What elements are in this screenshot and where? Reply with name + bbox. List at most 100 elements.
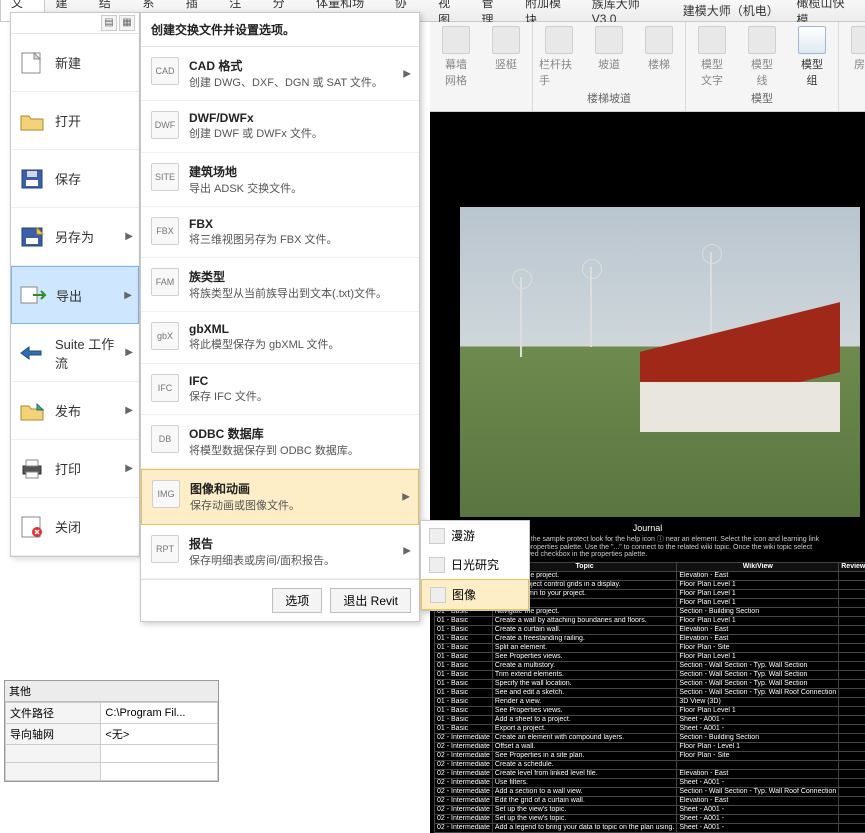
journal-row[interactable]: 01 - BasicCreate a multistory.Section - … [435,661,865,670]
menubar-item[interactable]: 附加模块 [515,0,582,21]
ribbon-button[interactable]: 房间 [845,26,865,88]
sun-icon [429,557,445,573]
export-item[interactable]: DBODBC 数据库将模型数据保存到 ODBC 数据库。 [141,415,419,469]
chevron-right-icon: ▶ [403,546,411,557]
property-value[interactable]: C:\Program Fil... [101,703,218,724]
export-item-title: FBX [189,217,338,231]
ribbon-button[interactable]: 模型文字 [692,26,732,88]
journal-row[interactable]: 02 - IntermediateAdd a legend to bring y… [435,823,865,832]
saveas-icon [17,224,47,250]
submenu-image[interactable]: 图像 [421,579,529,610]
export-item-title: 建筑场地 [189,163,302,180]
export-item-title: CAD 格式 [189,57,383,74]
journal-row[interactable]: 02 - IntermediateSet up the view's topic… [435,805,865,814]
journal-row[interactable]: 02 - IntermediateUse filters.Sheet - A00… [435,778,865,787]
export-item-desc: 保存动画或图像文件。 [190,499,300,513]
journal-row[interactable]: 01 - BasicSplit an element.Floor Plan - … [435,643,865,652]
journal-row[interactable]: 01 - BasicCreate a wall by attaching bou… [435,616,865,625]
export-item[interactable]: FAM族类型将族类型从当前族导出到文本(.txt)文件。 [141,258,419,312]
property-row[interactable]: 文件路径C:\Program Fil... [6,703,218,724]
export-item[interactable]: RPT 报告保存明细表或房间/面积报告。 ▶ [141,525,419,579]
file-menu-label: 发布 [55,401,125,420]
recent-docs-icon[interactable]: ▤ [101,15,117,31]
export-item[interactable]: DWFDWF/DWFx创建 DWF 或 DWFx 文件。 [141,101,419,152]
export-item[interactable]: IFCIFC保存 IFC 文件。 [141,364,419,415]
menubar-item[interactable]: 视图 [428,0,471,21]
file-menu-new[interactable]: 新建 [11,34,139,92]
export-item[interactable]: IMG图像和动画保存动画或图像文件。▶ [141,469,419,524]
file-menu-close[interactable]: 关闭 [11,498,139,556]
journal-row[interactable]: 01 - BasicSee Properties views.Floor Pla… [435,652,865,661]
export-item[interactable]: FBXFBX将三维视图另存为 FBX 文件。 [141,207,419,258]
export-item-title: DWF/DWFx [189,111,323,125]
journal-row[interactable]: 01 - BasicTrim extend elements.Section -… [435,670,865,679]
chevron-right-icon: ▶ [125,231,133,242]
property-row[interactable] [6,745,218,763]
file-menu-suite[interactable]: Suite 工作流▶ [11,324,139,382]
property-value[interactable] [101,745,218,763]
export-RPT-icon: RPT [151,535,179,563]
journal-row[interactable]: 02 - IntermediateCreate a schedule. [435,760,865,769]
property-row[interactable] [6,763,218,781]
chevron-right-icon: ▶ [125,347,133,358]
export-menu: 创建交换文件并设置选项。 CADCAD 格式创建 DWG、DXF、DGN 或 S… [140,12,420,622]
journal-row[interactable]: 02 - IntermediateCreate an element with … [435,733,865,742]
menubar-item[interactable]: 管理 [472,0,515,21]
export-item-desc: 保存明细表或房间/面积报告。 [189,554,335,568]
journal-row[interactable]: 02 - IntermediateOffset a wall.Floor Pla… [435,742,865,751]
file-menu-label: 保存 [55,169,133,188]
menubar-item[interactable]: 建模大师（机电） [673,0,787,21]
journal-row[interactable]: 02 - IntermediateCreate level from linke… [435,769,865,778]
export-item[interactable]: CADCAD 格式创建 DWG、DXF、DGN 或 SAT 文件。▶ [141,47,419,101]
export-IMG-icon: IMG [152,480,180,508]
property-value[interactable]: <无> [101,724,218,745]
export-item[interactable]: SITE建筑场地导出 ADSK 交换文件。 [141,153,419,207]
menubar-item[interactable]: 族库大师V3.0 [582,0,673,21]
ribbon-button[interactable]: 坡道 [589,26,629,88]
properties-group-header: 其他 [5,681,218,702]
file-menu-save[interactable]: 保存 [11,150,139,208]
ribbon-button[interactable]: 竖梃 [486,26,526,88]
journal-row[interactable]: 02 - IntermediateSee Properties in a sit… [435,751,865,760]
chevron-right-icon: ▶ [124,290,132,301]
ribbon-button[interactable]: 幕墙网格 [436,26,476,88]
export-item-title: 报告 [189,535,335,552]
journal-row[interactable]: 01 - BasicSpecify the wall location.Sect… [435,679,865,688]
journal-row[interactable]: 01 - BasicCreate a freestanding railing.… [435,634,865,643]
journal-row[interactable]: 01 - BasicSee Properties views.Floor Pla… [435,706,865,715]
property-value[interactable] [101,763,218,781]
submenu-walk[interactable]: 漫游 [421,521,529,550]
file-menu-saveas[interactable]: 另存为▶ [11,208,139,266]
journal-row[interactable]: 01 - BasicAdd a sheet to a project.Sheet… [435,715,865,724]
submenu-sun[interactable]: 日光研究 [421,550,529,579]
ribbon-button[interactable]: 模型线 [742,26,782,88]
ribbon-button[interactable]: 楼梯 [639,26,679,88]
file-menu-label: 新建 [55,53,133,72]
ribbon-button[interactable]: 栏杆扶手 [539,26,579,88]
journal-row[interactable]: 02 - IntermediateSet up the view's topic… [435,814,865,823]
file-menu-open[interactable]: 打开 [11,92,139,150]
file-menu-publish[interactable]: 发布▶ [11,382,139,440]
property-row[interactable]: 导向轴网<无> [6,724,218,745]
journal-row[interactable]: 02 - IntermediateAdd a section to a wall… [435,787,865,796]
file-menu-print[interactable]: 打印▶ [11,440,139,498]
journal-row[interactable]: 01 - BasicRender a view.3D View (3D) [435,697,865,706]
export-item-title: gbXML [189,322,340,336]
export-item[interactable]: gbXgbXML将此模型保存为 gbXML 文件。 [141,312,419,363]
recent-docs-thumb-icon[interactable]: ▦ [119,15,135,31]
export-DWF-icon: DWF [151,111,179,139]
options-button[interactable]: 选项 [272,588,322,613]
journal-col-header: WikiView [677,562,839,571]
journal-row[interactable]: 01 - BasicCreate a curtain wall.Elevatio… [435,625,865,634]
export-item-desc: 保存 IFC 文件。 [189,390,268,404]
file-menu-label: 另存为 [55,227,125,246]
file-menu-export[interactable]: 导出▶ [11,266,139,324]
menubar-item[interactable]: 橄榄山快模 [786,0,865,21]
ribbon-button[interactable]: 模型组 [792,26,832,88]
journal-row[interactable]: 02 - IntermediateEdit the grid of a curt… [435,796,865,805]
journal-row[interactable]: 01 - BasicExport a project.Sheet - A001 … [435,724,865,733]
submenu-label: 漫游 [451,527,475,544]
journal-row[interactable]: 01 - BasicSee and edit a sketch.Section … [435,688,865,697]
file-menu-label: 打开 [55,111,133,130]
exit-revit-button[interactable]: 退出 Revit [330,588,411,613]
